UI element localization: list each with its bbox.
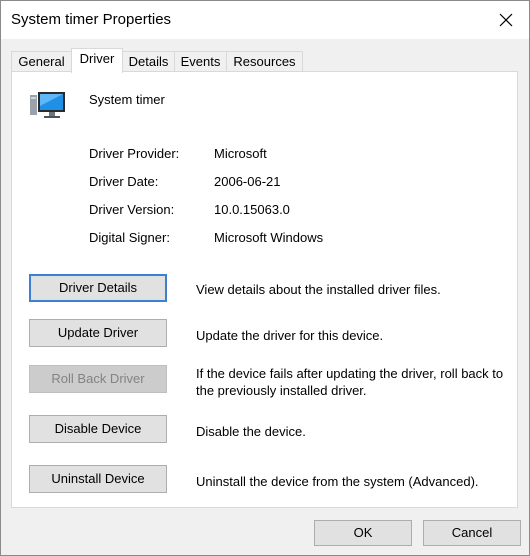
tab-events[interactable]: Events xyxy=(174,51,227,71)
driver-details-button[interactable]: Driver Details xyxy=(29,274,167,302)
driver-date-label: Driver Date: xyxy=(89,174,159,189)
tab-label: Driver xyxy=(79,51,115,66)
driver-provider-label: Driver Provider: xyxy=(89,146,180,161)
tab-label: General xyxy=(18,54,65,69)
uninstall-device-description: Uninstall the device from the system (Ad… xyxy=(196,474,479,489)
tab-label: Events xyxy=(180,54,221,69)
driver-version-label: Driver Version: xyxy=(89,202,175,217)
properties-dialog: System timer Properties General Driver D… xyxy=(0,0,530,556)
tab-general[interactable]: General xyxy=(11,51,72,71)
disable-device-description: Disable the device. xyxy=(196,424,306,439)
tab-label: Details xyxy=(128,54,169,69)
tab-label: Resources xyxy=(233,54,296,69)
window-title: System timer Properties xyxy=(11,11,172,28)
driver-provider-value: Microsoft xyxy=(214,146,267,161)
tab-details[interactable]: Details xyxy=(122,51,175,71)
ok-button[interactable]: OK xyxy=(314,520,412,546)
device-name: System timer xyxy=(89,92,165,107)
driver-version-value: 10.0.15063.0 xyxy=(214,202,290,217)
computer-monitor-icon xyxy=(30,92,65,118)
driver-tab-panel: System timer Driver Provider: Microsoft … xyxy=(11,71,518,508)
digital-signer-label: Digital Signer: xyxy=(89,230,170,245)
update-driver-button[interactable]: Update Driver xyxy=(29,319,167,347)
driver-details-description: View details about the installed driver … xyxy=(196,282,441,297)
title-bar[interactable]: System timer Properties xyxy=(1,1,529,39)
disable-device-button[interactable]: Disable Device xyxy=(29,415,167,443)
cancel-button[interactable]: Cancel xyxy=(423,520,521,546)
uninstall-device-button[interactable]: Uninstall Device xyxy=(29,465,167,493)
roll-back-driver-description: If the device fails after updating the d… xyxy=(196,366,504,398)
close-icon xyxy=(499,13,513,27)
close-button[interactable] xyxy=(483,1,529,39)
tab-driver[interactable]: Driver xyxy=(71,48,123,73)
tab-resources[interactable]: Resources xyxy=(226,51,303,71)
digital-signer-value: Microsoft Windows xyxy=(214,230,324,245)
driver-date-value: 2006-06-21 xyxy=(214,174,281,189)
roll-back-driver-button: Roll Back Driver xyxy=(29,365,167,393)
update-driver-description: Update the driver for this device. xyxy=(196,328,384,343)
